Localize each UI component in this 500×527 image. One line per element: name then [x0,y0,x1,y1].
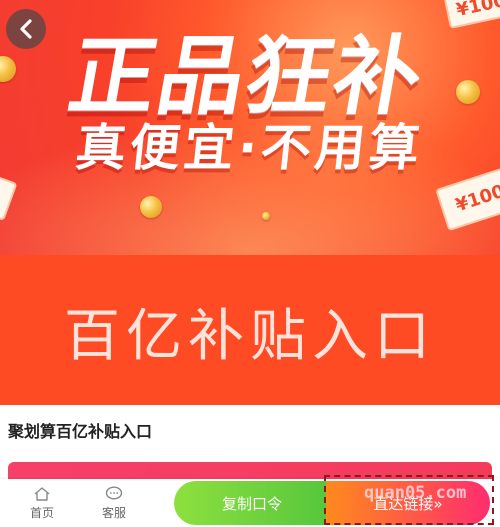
coupon-value: ¥100 [452,180,500,216]
coin-decoration [456,80,480,104]
home-icon [34,486,50,501]
coin-decoration [262,212,270,220]
coin-decoration [140,196,162,218]
subsidy-entry-text: 百亿补贴入口 [64,304,436,369]
service-nav-button[interactable]: 客服 [84,481,144,525]
bottom-action-bar: 首页 客服 复制口令 直达链接» [0,479,500,527]
direct-link-button[interactable]: 直达链接» [326,481,490,525]
home-nav-button[interactable]: 首页 [12,481,72,525]
service-nav-label: 客服 [101,505,126,520]
copy-code-button[interactable]: 复制口令 [174,481,330,525]
coupon-ticket: ¥100 [443,0,500,29]
coin-decoration [0,56,16,82]
hero-sub-title: 真便宜·不用算 [73,119,427,177]
page: ¥100 ¥100 正品狂补 真便宜·不用算 百亿补贴入口 聚划算百亿补贴入口 … [0,0,500,527]
subsidy-entry-banner[interactable]: 百亿补贴入口 [0,255,500,405]
back-button[interactable] [6,9,46,49]
coupon-value: ¥100 [454,0,500,21]
page-title: 聚划算百亿补贴入口 [8,422,153,441]
chat-bubble-icon [105,485,123,500]
hero-banner: ¥100 ¥100 正品狂补 真便宜·不用算 [0,0,500,255]
chevron-left-icon [20,19,32,39]
home-nav-label: 首页 [29,505,54,520]
